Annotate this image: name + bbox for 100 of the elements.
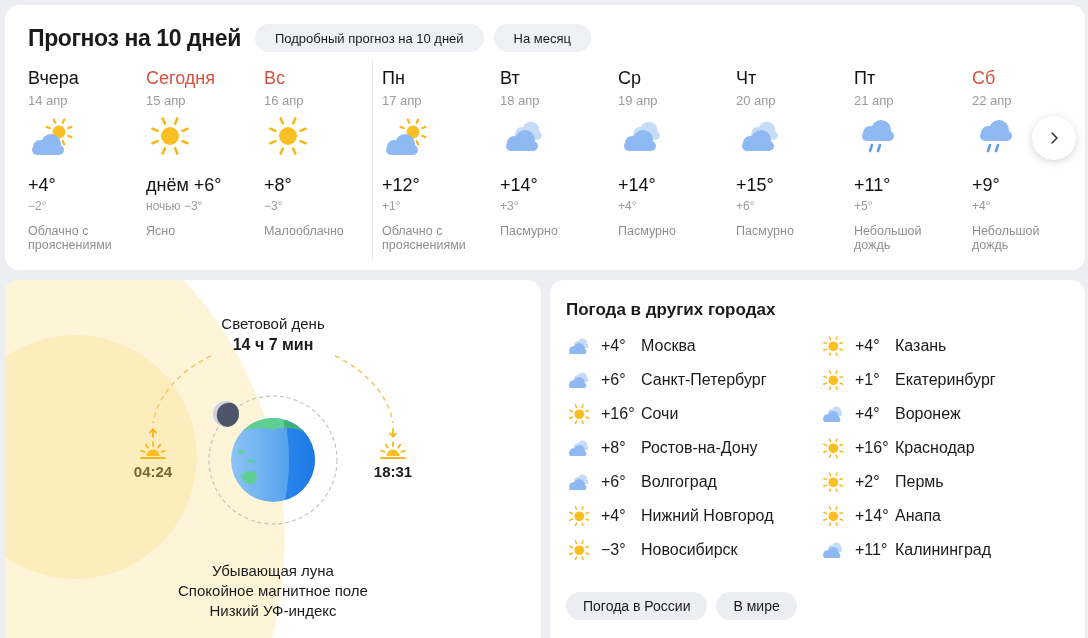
day-date: 14 апр [28,93,68,109]
city-temperature: +4° [601,507,627,525]
clouds-icon [569,473,589,491]
city-name[interactable]: Казань [895,337,947,355]
region-link[interactable]: В мире [716,592,797,620]
sun-icon [822,505,844,527]
city-name[interactable]: Санкт-Петербург [641,371,767,389]
weather-condition: Ясно [146,224,176,238]
day-name: Вс [264,67,285,89]
night-temperature: −3° [264,199,283,213]
clouds-icon [742,121,778,151]
day-date: 15 апр [146,93,186,109]
sunset-time: 18:31 [373,463,413,481]
night-temperature: +4° [972,199,991,213]
sun-icon [568,505,590,527]
next-button[interactable] [1032,116,1076,160]
city-name[interactable]: Волгоград [641,473,717,491]
city-name[interactable]: Воронеж [895,405,961,423]
sun-behind-cloud-icon [385,117,427,155]
night-temperature: ночью −3° [146,199,203,213]
clouds-icon [569,439,589,457]
night-temperature: −2° [28,199,47,213]
day-date: 21 апр [854,93,894,109]
sunrise-icon [139,428,167,460]
clouds-icon [624,121,660,151]
sun-icon [568,403,590,425]
day-temperature: днём +6° [146,174,222,196]
city-temperature: +4° [855,337,881,355]
city-temperature: +16° [601,405,636,423]
day-name: Пн [382,67,405,89]
night-temperature: +4° [618,199,637,213]
city-temperature: +1° [855,371,881,389]
weather-condition: Небольшой дождь [972,224,1041,252]
sun-path-arc [334,355,394,424]
sun-icon [269,117,307,155]
city-temperature: +6° [601,371,627,389]
astro-note: Спокойное магнитное поле [178,581,368,601]
day-temperature: +14° [500,174,538,196]
day-date: 19 апр [618,93,658,109]
day-name: Вт [500,67,520,89]
weather-condition: Небольшой дождь [854,224,923,252]
day-temperature: +11° [854,174,891,196]
clouds-icon [569,337,589,355]
city-name[interactable]: Ростов-на-Дону [641,439,758,457]
rain-cloud-icon [862,119,894,153]
night-temperature: +6° [736,199,755,213]
city-name[interactable]: Калининград [895,541,992,559]
sun-behind-cloud-icon [31,117,73,155]
rain-cloud-icon [980,119,1012,153]
city-name[interactable]: Краснодар [895,439,975,457]
city-name[interactable]: Екатеринбург [895,371,996,389]
sunrise-time: 04:24 [133,463,173,481]
forecast-link[interactable]: Подробный прогноз на 10 дней [254,24,484,52]
city-temperature: +16° [855,439,890,457]
sun-icon [568,539,590,561]
astro-note: Убывающая луна [212,561,334,581]
sun-path-arc [152,355,212,424]
day-name: Вчера [28,67,79,89]
earth-icon [231,418,315,502]
city-name[interactable]: Нижний Новгород [641,507,774,525]
daylight-duration: 14 ч 7 мин [232,335,314,355]
weather-condition: Пасмурно [500,224,558,238]
night-temperature: +3° [500,199,519,213]
sun-icon [822,335,844,357]
city-temperature: +8° [601,439,627,457]
city-name[interactable]: Пермь [895,473,944,491]
astro-note: Низкий УФ-индекс [209,601,337,621]
day-temperature: +9° [972,174,1000,196]
clouds-icon [823,405,843,423]
day-date: 17 апр [382,93,422,109]
region-link[interactable]: Погода в России [566,592,708,620]
day-temperature: +8° [264,174,292,196]
city-name[interactable]: Новосибирск [641,541,738,559]
day-date: 16 апр [264,93,304,109]
city-name[interactable]: Анапа [895,507,941,525]
day-date: 20 апр [736,93,776,109]
city-name[interactable]: Москва [641,337,696,355]
sun-icon [822,471,844,493]
day-temperature: +15° [736,174,774,196]
daylight-label: Световой день [221,314,325,334]
weather-condition: Пасмурно [618,224,676,238]
day-date: 18 апр [500,93,540,109]
weather-condition: Пасмурно [736,224,794,238]
day-name: Пт [854,67,876,89]
city-temperature: +11° [855,541,889,559]
section-title: Прогноз на 10 дней [28,24,241,52]
city-temperature: +2° [855,473,881,491]
day-temperature: +14° [618,174,656,196]
clouds-icon [506,121,542,151]
weather-condition: Малооблачно [264,224,344,238]
forecast-link[interactable]: На месяц [493,24,591,52]
day-name: Сегодня [146,67,215,89]
night-temperature: +5° [854,199,873,213]
sun-icon [151,117,189,155]
clouds-icon [569,371,589,389]
day-temperature: +12° [382,174,420,196]
city-name[interactable]: Сочи [641,405,679,423]
day-date: 22 апр [972,93,1012,109]
sun-icon [822,369,844,391]
city-temperature: +14° [855,507,890,525]
